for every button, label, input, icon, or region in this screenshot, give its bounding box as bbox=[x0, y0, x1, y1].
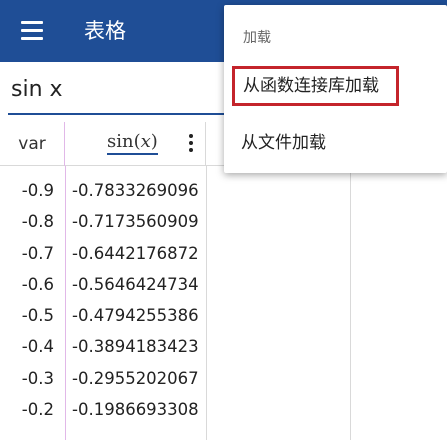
table-row: -0.8 -0.7173560909 bbox=[0, 208, 206, 239]
load-dropdown-menu: 加载 从函数连接库加载 从文件加载 bbox=[224, 5, 447, 173]
table-row: -0.3 -0.2955202067 bbox=[0, 365, 206, 396]
column-header-var[interactable]: var bbox=[0, 122, 65, 166]
menu-item-load-from-file[interactable]: 从文件加载 bbox=[241, 128, 326, 153]
cell-var[interactable]: -0.7 bbox=[0, 244, 54, 263]
cell-var[interactable]: -0.2 bbox=[0, 400, 54, 419]
column-more-options-icon[interactable] bbox=[188, 134, 194, 154]
function-variable: x bbox=[140, 131, 151, 152]
expression-input[interactable]: sin x bbox=[11, 77, 63, 102]
cell-var[interactable]: -0.8 bbox=[0, 212, 54, 231]
cell-var[interactable]: -0.6 bbox=[0, 275, 54, 294]
function-name: sin bbox=[107, 131, 134, 152]
cell-var[interactable]: -0.4 bbox=[0, 337, 54, 356]
cell-function-value[interactable]: -0.5646424734 bbox=[72, 275, 199, 294]
app-title: 表格 bbox=[84, 19, 126, 43]
table-row: -0.2 -0.1986693308 bbox=[0, 396, 206, 427]
cell-function-value[interactable]: -0.4794255386 bbox=[72, 306, 199, 325]
table-row: -0.5 -0.4794255386 bbox=[0, 302, 206, 333]
function-paren-close: ) bbox=[150, 131, 158, 152]
table-row: -0.7 -0.6442176872 bbox=[0, 240, 206, 271]
cell-var[interactable]: -0.3 bbox=[0, 369, 54, 388]
cell-function-value[interactable]: -0.7173560909 bbox=[72, 212, 199, 231]
hamburger-menu-icon[interactable] bbox=[21, 20, 45, 40]
column-header-function[interactable]: sin(x) bbox=[66, 122, 206, 166]
table-row: -0.9 -0.7833269096 bbox=[0, 177, 206, 208]
cell-function-value[interactable]: -0.3894183423 bbox=[72, 337, 199, 356]
cell-var[interactable]: -0.5 bbox=[0, 306, 54, 325]
cell-function-value[interactable]: -0.2955202067 bbox=[72, 369, 199, 388]
cell-var[interactable]: -0.9 bbox=[0, 181, 54, 200]
column-divider bbox=[206, 166, 207, 440]
menu-header: 加载 bbox=[243, 30, 271, 46]
table-body: -0.9 -0.7833269096 -0.8 -0.7173560909 -0.7 -0… bbox=[0, 177, 206, 427]
column-divider bbox=[350, 166, 351, 440]
cell-function-value[interactable]: -0.1986693308 bbox=[72, 400, 199, 419]
cell-function-value[interactable]: -0.7833269096 bbox=[72, 181, 199, 200]
table-row: -0.6 -0.5646424734 bbox=[0, 271, 206, 302]
cell-function-value[interactable]: -0.6442176872 bbox=[72, 244, 199, 263]
function-paren-open: ( bbox=[133, 131, 141, 152]
menu-item-load-from-library[interactable]: 从函数连接库加载 bbox=[232, 66, 399, 106]
function-label[interactable]: sin(x) bbox=[107, 131, 158, 155]
table-row: -0.4 -0.3894183423 bbox=[0, 333, 206, 364]
